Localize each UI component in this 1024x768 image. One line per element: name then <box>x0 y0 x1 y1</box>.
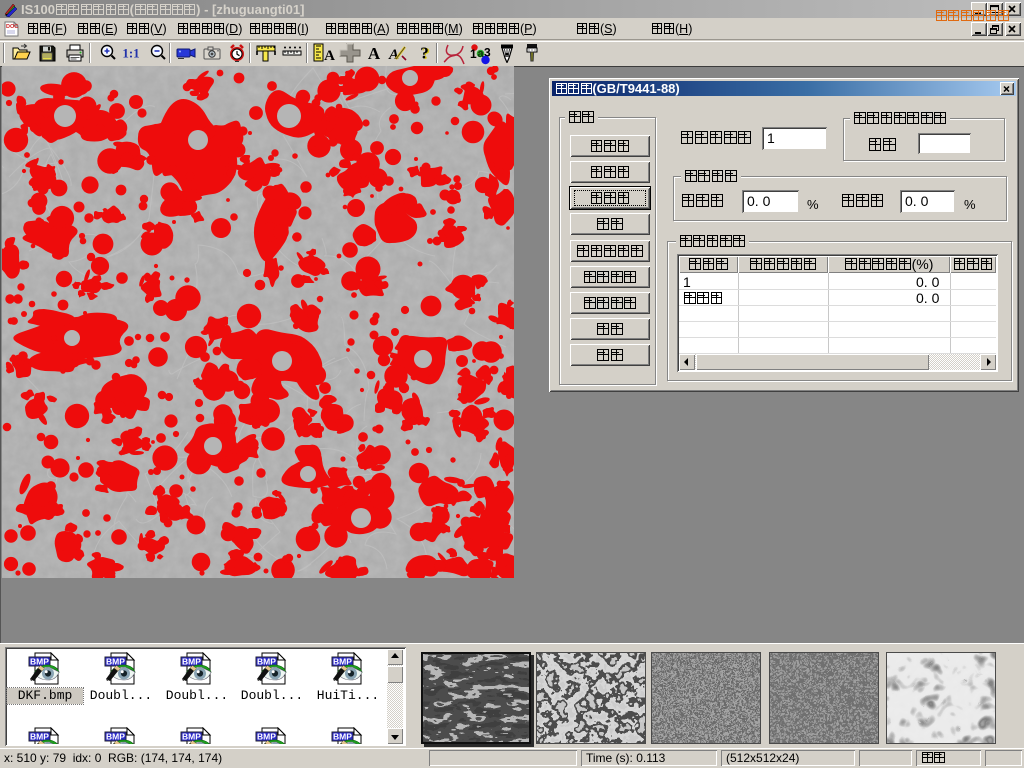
svg-text:A: A <box>388 47 399 63</box>
svg-text:1: 1 <box>470 47 477 61</box>
svg-text:?: ? <box>420 44 429 63</box>
svg-text:A: A <box>368 44 381 63</box>
svg-text:1:1: 1:1 <box>122 46 139 61</box>
svg-text:A: A <box>324 48 335 63</box>
svg-text:DOC: DOC <box>6 24 18 30</box>
